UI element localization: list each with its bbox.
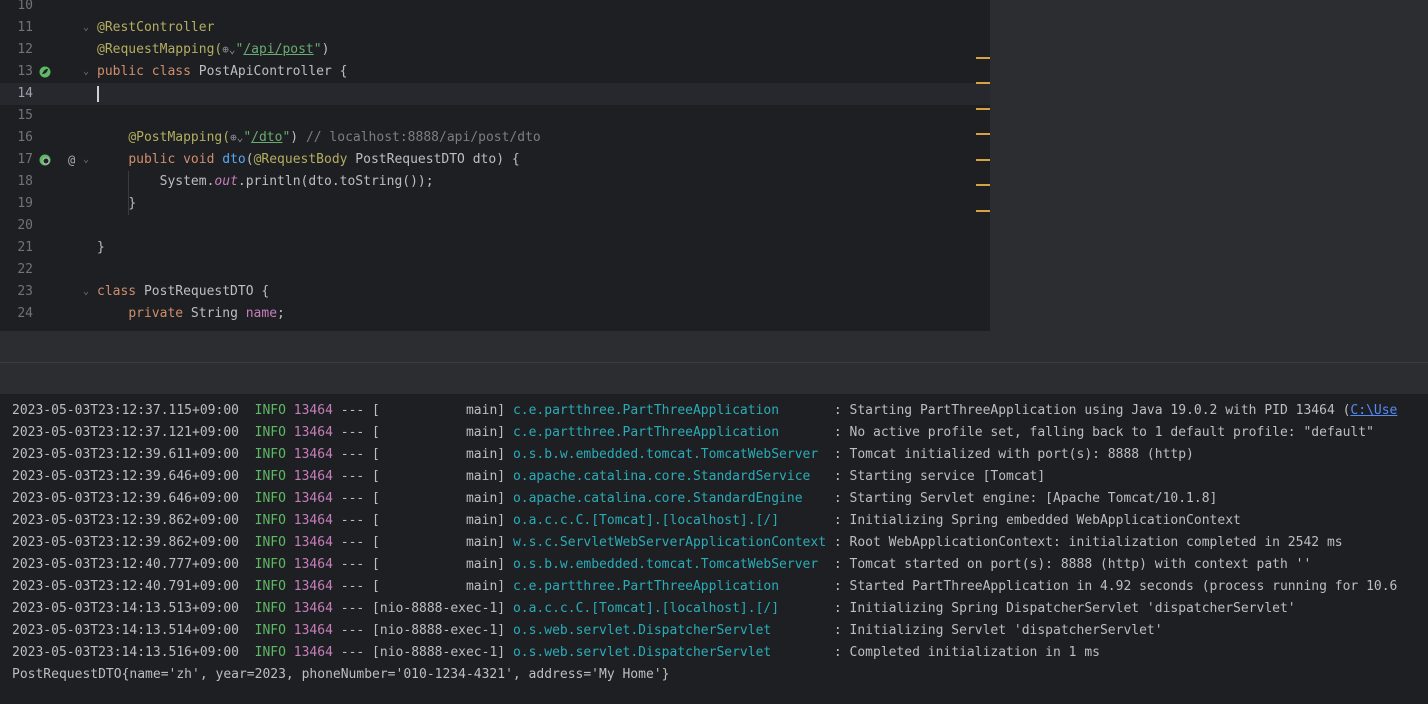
log-line: 2023-05-03T23:12:39.646+09:00 INFO 13464… bbox=[12, 469, 1046, 484]
editor-side-panel bbox=[990, 0, 1428, 331]
log-line: 2023-05-03T23:14:13.516+09:00 INFO 13464… bbox=[12, 645, 1100, 660]
comment: // localhost:8888/api/post/dto bbox=[305, 130, 541, 145]
code-line-10: 10 bbox=[0, 0, 990, 17]
log-line: 2023-05-03T23:14:13.514+09:00 INFO 13464… bbox=[12, 623, 1163, 638]
url-path[interactable]: /api/post bbox=[243, 42, 313, 57]
fold-arrow-icon[interactable]: ⌄ bbox=[83, 281, 89, 303]
code-line-17: 17 @ ⌄ public void dto(@RequestBody Post… bbox=[0, 149, 990, 171]
log-line: 2023-05-03T23:12:39.611+09:00 INFO 13464… bbox=[12, 447, 1194, 462]
log-line: 2023-05-03T23:12:39.862+09:00 INFO 13464… bbox=[12, 513, 1241, 528]
line-number: 15 bbox=[17, 108, 33, 123]
line-number: 14 bbox=[17, 86, 33, 101]
indent-guide bbox=[128, 171, 129, 215]
log-line: 2023-05-03T23:12:39.646+09:00 INFO 13464… bbox=[12, 491, 1218, 506]
code-line-21: 21 } bbox=[0, 237, 990, 259]
code-line-18: 18 System.out.println(dto.toString()); bbox=[0, 171, 990, 193]
tool-window-header bbox=[0, 331, 1428, 363]
run-console[interactable]: 2023-05-03T23:12:37.115+09:00 INFO 13464… bbox=[0, 400, 1428, 704]
fold-arrow-icon[interactable]: ⌄ bbox=[83, 149, 89, 171]
line-number: 12 bbox=[17, 42, 33, 57]
line-number: 16 bbox=[17, 130, 33, 145]
line-number: 10 bbox=[17, 0, 33, 13]
line-number: 13 bbox=[17, 64, 33, 79]
url-path[interactable]: /dto bbox=[251, 130, 282, 145]
log-line: 2023-05-03T23:12:39.862+09:00 INFO 13464… bbox=[12, 535, 1343, 550]
run-toolbar bbox=[0, 363, 1428, 395]
text-caret bbox=[97, 83, 99, 105]
code-text: public class PostApiController { bbox=[97, 64, 348, 79]
line-number: 22 bbox=[17, 262, 33, 277]
warning-stripe-mark[interactable] bbox=[976, 210, 990, 212]
fold-arrow-icon[interactable]: ⌄ bbox=[83, 61, 89, 83]
spring-bean-icon[interactable] bbox=[39, 66, 51, 78]
code-line-15: 15 bbox=[0, 105, 990, 127]
annotation: @RestController bbox=[97, 20, 215, 35]
line-number: 19 bbox=[17, 196, 33, 211]
fold-arrow-icon[interactable]: ⌄ bbox=[83, 17, 89, 39]
line-number: 21 bbox=[17, 240, 33, 255]
code-line-20: 20 bbox=[0, 215, 990, 237]
code-line-14-current: 14 bbox=[0, 83, 990, 105]
line-number: 11 bbox=[17, 20, 33, 35]
code-text: } bbox=[128, 196, 137, 211]
line-number: 23 bbox=[17, 284, 33, 299]
code-text: public void dto(@RequestBody PostRequest… bbox=[128, 152, 520, 167]
log-line: 2023-05-03T23:12:37.115+09:00 INFO 13464… bbox=[12, 403, 1398, 418]
code-text: } bbox=[97, 240, 105, 255]
log-line: 2023-05-03T23:12:40.777+09:00 INFO 13464… bbox=[12, 557, 1312, 572]
code-line-11: 11 ⌄ @RestController bbox=[0, 17, 990, 39]
spring-endpoint-icon[interactable] bbox=[39, 154, 51, 166]
code-line-19: 19 } bbox=[0, 193, 990, 215]
code-text: private String name; bbox=[128, 306, 285, 321]
annotation: @RequestMapping( bbox=[97, 42, 223, 57]
warning-stripe-mark[interactable] bbox=[976, 159, 990, 161]
line-number: 17 bbox=[17, 152, 33, 167]
at-sign-icon[interactable]: @ bbox=[68, 149, 75, 171]
log-line: 2023-05-03T23:12:37.121+09:00 INFO 13464… bbox=[12, 425, 1374, 440]
globe-icon[interactable]: ⊕⌄ bbox=[230, 131, 243, 144]
program-output-line: PostRequestDTO{name='zh', year=2023, pho… bbox=[12, 667, 670, 682]
log-line: 2023-05-03T23:12:40.791+09:00 INFO 13464… bbox=[12, 579, 1398, 594]
code-line-13: 13 ⌄ public class PostApiController { bbox=[0, 61, 990, 83]
code-editor[interactable]: 10 11 ⌄ @RestController 12 @RequestMappi… bbox=[0, 0, 990, 331]
line-number: 24 bbox=[17, 306, 33, 321]
line-number: 20 bbox=[17, 218, 33, 233]
globe-icon[interactable]: ⊕⌄ bbox=[222, 43, 235, 56]
code-line-22: 22 bbox=[0, 259, 990, 281]
code-line-16: 16 @PostMapping(⊕⌄"/dto") // localhost:8… bbox=[0, 127, 990, 149]
code-line-23: 23 ⌄ class PostRequestDTO { bbox=[0, 281, 990, 303]
file-path-link[interactable]: C:\Use bbox=[1350, 403, 1397, 418]
code-line-24: 24 private String name; bbox=[0, 303, 990, 325]
warning-stripe-mark[interactable] bbox=[976, 82, 990, 84]
code-text: class PostRequestDTO { bbox=[97, 284, 270, 299]
warning-stripe-mark[interactable] bbox=[976, 133, 990, 135]
line-number: 18 bbox=[17, 174, 33, 189]
warning-stripe-mark[interactable] bbox=[976, 184, 990, 186]
log-line: 2023-05-03T23:14:13.513+09:00 INFO 13464… bbox=[12, 601, 1296, 616]
code-line-12: 12 @RequestMapping(⊕⌄"/api/post") bbox=[0, 39, 990, 61]
code-text: @RestController bbox=[97, 17, 214, 39]
code-text: @PostMapping(⊕⌄"/dto") // localhost:8888… bbox=[128, 130, 541, 145]
code-text: System.out.println(dto.toString()); bbox=[159, 174, 434, 189]
warning-stripe-mark[interactable] bbox=[976, 108, 990, 110]
code-text: @RequestMapping(⊕⌄"/api/post") bbox=[97, 42, 330, 57]
warning-stripe-mark[interactable] bbox=[976, 57, 990, 59]
